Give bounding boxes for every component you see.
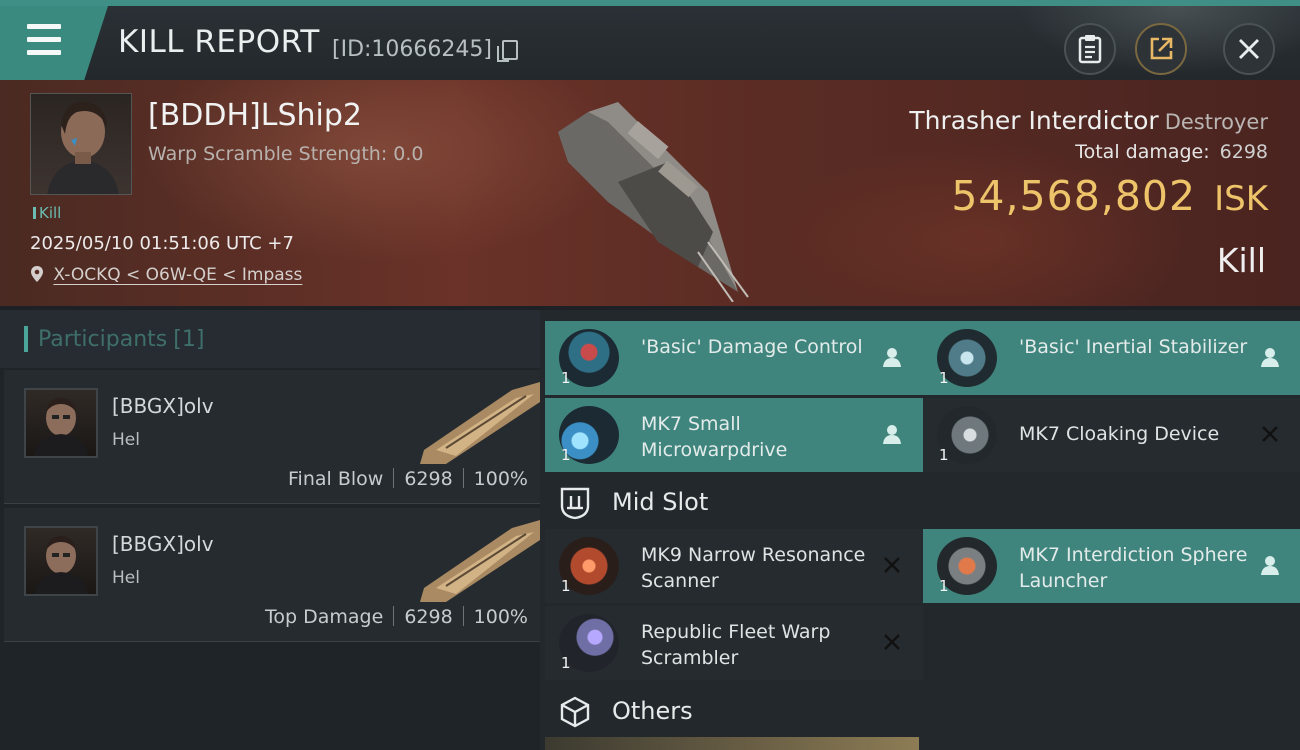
ship-type: Thrasher Interdictor	[909, 106, 1159, 135]
pilot-icon	[883, 348, 901, 367]
module-qty: 1	[939, 369, 949, 387]
participants-label: Participants [1]	[23, 326, 205, 352]
mid-slot-icon	[560, 487, 590, 520]
page-title: KILL REPORT	[118, 24, 320, 60]
kill-datetime: 2025/05/10 01:51:06 UTC +7	[30, 233, 294, 254]
participant-corp: Hel	[112, 568, 140, 588]
participant-damage: 6298	[404, 606, 453, 628]
participant-role: Top Damage	[265, 606, 384, 628]
participant-role: Final Blow	[288, 468, 384, 490]
victim-name: [BDDH]LShip2	[148, 98, 362, 133]
destroyed-x-icon	[1262, 426, 1278, 442]
avatar-image	[34, 536, 88, 594]
participant-stats: Top Damage 6298 100%	[265, 606, 528, 628]
pilot-icon	[1261, 348, 1279, 367]
copy-icon[interactable]	[497, 40, 518, 62]
participant-name: [BBGX]olv	[112, 394, 214, 418]
participants-count: [1]	[173, 327, 205, 352]
module-qty: 1	[939, 577, 949, 595]
module-name: 'Basic' Damage Control	[641, 336, 863, 358]
destroyed-x-icon	[884, 634, 900, 650]
module-inertial-stabilizer[interactable]: 1 'Basic' Inertial Stabilizer	[923, 321, 1300, 395]
menu-button[interactable]	[0, 6, 108, 80]
fitting-panel: 1 'Basic' Damage Control 1 'Basic' Inert…	[540, 310, 1300, 750]
participants-header[interactable]: Participants [1]	[0, 310, 540, 368]
module-name: MK7 Cloaking Device	[1019, 423, 1220, 445]
mid-slot-label: Mid Slot	[612, 488, 709, 516]
others-header: Others	[540, 683, 1300, 737]
close-button[interactable]	[1223, 23, 1275, 75]
participant-pct: 100%	[473, 606, 528, 628]
isk-value: 54,568,802 ISK	[951, 172, 1268, 220]
module-qty: 1	[561, 654, 571, 672]
participant-ship	[416, 378, 540, 464]
victim-portrait[interactable]	[30, 93, 132, 195]
destroyed-x-icon	[884, 557, 900, 573]
ship-image	[548, 92, 758, 303]
frigate-ship-icon	[420, 382, 540, 464]
kill-location[interactable]: X-OCKQ < O6W-QE < Impass	[30, 265, 302, 285]
menu-icon	[27, 24, 63, 56]
participant-corp: Hel	[112, 430, 140, 450]
participant-pct: 100%	[473, 468, 528, 490]
report-id: [ID:10666245]	[332, 37, 492, 62]
participant-stats: Final Blow 6298 100%	[288, 468, 528, 490]
participants-panel: Participants [1] [BBGX]olv Hel Final Blow…	[0, 310, 540, 750]
clipboard-button[interactable]	[1064, 23, 1116, 75]
module-cloaking-device[interactable]: 1 MK7 Cloaking Device	[923, 398, 1300, 472]
participant-avatar	[24, 388, 98, 458]
avatar-image	[34, 398, 88, 456]
frigate-ship-icon	[420, 520, 540, 602]
participant-name: [BBGX]olv	[112, 532, 214, 556]
isk-amount: 54,568,802	[951, 172, 1197, 220]
location-pin-icon	[31, 266, 43, 282]
total-damage: Total damage: 6298	[1075, 141, 1268, 163]
participant-row[interactable]: [BBGX]olv Hel Top Damage 6298 100%	[4, 508, 540, 642]
module-warp-scrambler[interactable]: 1 Republic Fleet Warp Scrambler	[545, 606, 923, 680]
share-icon	[1150, 37, 1173, 60]
warp-scramble-strength: Warp Scramble Strength: 0.0	[148, 143, 424, 165]
participant-ship	[416, 516, 540, 602]
others-label: Others	[612, 697, 693, 725]
module-damage-control[interactable]: 1 'Basic' Damage Control	[545, 321, 923, 395]
cube-icon	[560, 696, 590, 728]
kill-tag: Kill	[33, 204, 61, 222]
clipboard-icon	[1078, 35, 1102, 64]
close-icon	[1239, 39, 1259, 59]
pilot-icon	[1261, 556, 1279, 575]
module-resonance-scanner[interactable]: 1 MK9 Narrow Resonance Scanner	[545, 529, 923, 603]
victim-banner: [BDDH]LShip2 Warp Scramble Strength: 0.0…	[0, 80, 1300, 306]
mid-slot-header: Mid Slot	[540, 474, 1300, 528]
ship-name: Thrasher Interdictor Destroyer	[909, 106, 1268, 135]
participant-damage: 6298	[404, 468, 453, 490]
participant-row[interactable]: [BBGX]olv Hel Final Blow 6298 100%	[4, 370, 540, 504]
destroyer-ship-icon	[558, 102, 749, 303]
module-name: MK9 Narrow Resonance Scanner	[641, 544, 866, 592]
total-damage-value: 6298	[1219, 141, 1268, 163]
portrait-image	[47, 101, 119, 194]
participant-avatar	[24, 526, 98, 596]
module-name: 'Basic' Inertial Stabilizer	[1019, 336, 1248, 358]
module-qty: 1	[561, 446, 571, 464]
share-button[interactable]	[1135, 23, 1187, 75]
module-interdiction-sphere-launcher[interactable]: 1 MK7 Interdiction Sphere Launcher	[923, 529, 1300, 603]
module-microwarpdrive[interactable]: 1 MK7 Small Microwarpdrive	[545, 398, 923, 472]
ship-class: Destroyer	[1164, 110, 1268, 134]
kill-result: Kill	[1216, 241, 1266, 280]
module-name: MK7 Interdiction Sphere Launcher	[1019, 544, 1248, 592]
module-qty: 1	[561, 369, 571, 387]
location-link[interactable]: X-OCKQ < O6W-QE < Impass	[53, 265, 302, 285]
pilot-icon	[883, 425, 901, 444]
total-damage-label: Total damage:	[1075, 141, 1210, 163]
module-name: Republic Fleet Warp Scrambler	[641, 621, 831, 669]
others-item-partial[interactable]	[545, 737, 919, 750]
top-bar: KILL REPORT [ID:10666245]	[0, 0, 1300, 86]
module-qty: 1	[561, 577, 571, 595]
module-name: MK7 Small Microwarpdrive	[641, 413, 788, 461]
module-qty: 1	[939, 446, 949, 464]
isk-unit: ISK	[1214, 179, 1268, 219]
